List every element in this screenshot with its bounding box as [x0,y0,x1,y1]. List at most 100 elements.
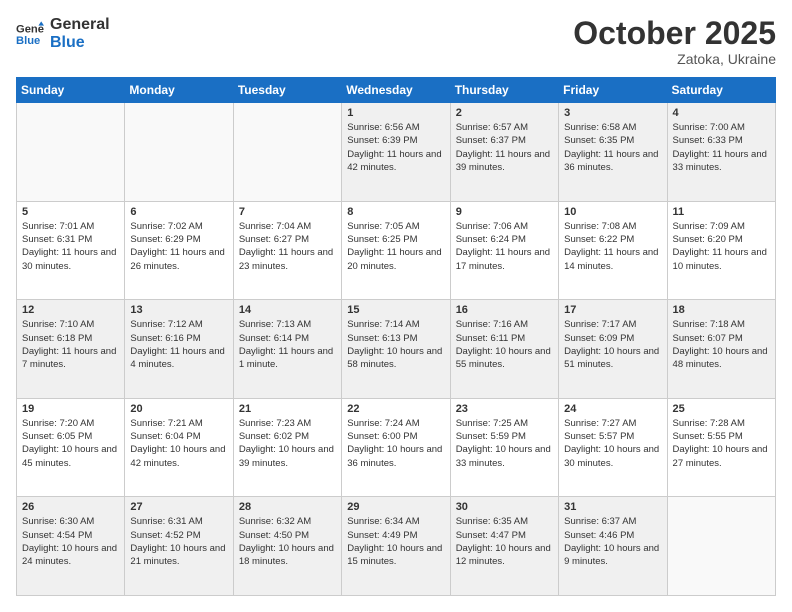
cell-content-line: Daylight: 10 hours and 48 minutes. [673,345,770,372]
calendar-table: Sunday Monday Tuesday Wednesday Thursday… [16,77,776,596]
cell-content-line: Sunset: 6:14 PM [239,332,336,345]
cell-content-line: Daylight: 10 hours and 21 minutes. [130,542,227,569]
col-sunday: Sunday [17,78,125,103]
calendar-cell: 24Sunrise: 7:27 AMSunset: 5:57 PMDayligh… [559,398,667,497]
cell-content-line: Sunrise: 7:13 AM [239,318,336,331]
cell-content-line: Sunrise: 7:20 AM [22,417,119,430]
calendar-cell: 31 Sunrise: 6:37 AMSunset: 4:46 PMDayligh… [559,497,667,596]
calendar-cell: 30Sunrise: 6:35 AMSunset: 4:47 PMDayligh… [450,497,558,596]
cell-content-line: Sunset: 6:00 PM [347,430,444,443]
cell-content-line: Sunrise: 6:58 AM [564,121,661,134]
cell-content-line: Daylight: 10 hours and 15 minutes. [347,542,444,569]
day-number: 8 [347,206,444,218]
cell-content-line: Sunset: 6:13 PM [347,332,444,345]
cell-content-line: Daylight: 10 hours and 45 minutes. [22,443,119,470]
logo-text-general: General [50,16,110,34]
calendar-cell: 9Sunrise: 7:06 AMSunset: 6:24 PMDaylight… [450,201,558,300]
calendar-cell: 14 Sunrise: 7:13 AMSunset: 6:14 PMDayligh… [233,300,341,399]
calendar-cell: 3Sunrise: 6:58 AMSunset: 6:35 PMDaylight… [559,103,667,202]
col-thursday: Thursday [450,78,558,103]
day-number: 3 [564,107,661,119]
cell-content-line: Daylight: 10 hours and 51 minutes. [564,345,661,372]
cell-content-line: Sunset: 5:59 PM [456,430,553,443]
calendar-cell: 6 Sunrise: 7:02 AMSunset: 6:29 PMDaylight… [125,201,233,300]
cell-content-line: Daylight: 10 hours and 18 minutes. [239,542,336,569]
day-number: 27 [130,501,227,513]
cell-content-line: Daylight: 11 hours and 23 minutes. [239,246,336,273]
calendar-cell: 22Sunrise: 7:24 AMSunset: 6:00 PMDayligh… [342,398,450,497]
cell-content-line: Daylight: 10 hours and 39 minutes. [239,443,336,470]
cell-content-line: Sunset: 4:49 PM [347,529,444,542]
calendar-cell: 8Sunrise: 7:05 AMSunset: 6:25 PMDaylight… [342,201,450,300]
cell-content-line: Sunset: 6:39 PM [347,134,444,147]
col-wednesday: Wednesday [342,78,450,103]
cell-content-line: Sunset: 6:31 PM [22,233,119,246]
cell-content-line: Daylight: 11 hours and 20 minutes. [347,246,444,273]
calendar-cell: 4Sunrise: 7:00 AMSunset: 6:33 PMDaylight… [667,103,775,202]
day-number: 6 [130,206,227,218]
cell-content-line: Sunrise: 7:02 AM [130,220,227,233]
cell-content-line: Sunrise: 6:37 AM [564,515,661,528]
cell-content-line: Sunset: 6:05 PM [22,430,119,443]
cell-content-line: Sunset: 4:46 PM [564,529,661,542]
cell-content-line: Sunrise: 6:35 AM [456,515,553,528]
calendar-cell: 19Sunrise: 7:20 AMSunset: 6:05 PMDayligh… [17,398,125,497]
day-number: 17 [564,304,661,316]
cell-content-line: Sunrise: 7:00 AM [673,121,770,134]
cell-content-line: Daylight: 11 hours and 1 minute. [239,345,336,372]
cell-content-line: Sunrise: 7:23 AM [239,417,336,430]
calendar-cell: 29Sunrise: 6:34 AMSunset: 4:49 PMDayligh… [342,497,450,596]
cell-content-line: Sunset: 6:02 PM [239,430,336,443]
cell-content-line: Sunset: 6:29 PM [130,233,227,246]
cell-content-line: Daylight: 11 hours and 42 minutes. [347,148,444,175]
day-number: 12 [22,304,119,316]
col-saturday: Saturday [667,78,775,103]
day-number: 24 [564,403,661,415]
calendar-header-row: Sunday Monday Tuesday Wednesday Thursday… [17,78,776,103]
calendar-week-row: 1Sunrise: 6:56 AMSunset: 6:39 PMDaylight… [17,103,776,202]
calendar-cell [667,497,775,596]
calendar-cell: 1Sunrise: 6:56 AMSunset: 6:39 PMDaylight… [342,103,450,202]
calendar-cell: 28Sunrise: 6:32 AMSunset: 4:50 PMDayligh… [233,497,341,596]
calendar-cell: 26Sunrise: 6:30 AMSunset: 4:54 PMDayligh… [17,497,125,596]
cell-content-line: Daylight: 10 hours and 27 minutes. [673,443,770,470]
cell-content-line: Daylight: 11 hours and 33 minutes. [673,148,770,175]
day-number: 16 [456,304,553,316]
cell-content-line: Sunset: 6:16 PM [130,332,227,345]
cell-content-line: Daylight: 10 hours and 24 minutes. [22,542,119,569]
day-number: 2 [456,107,553,119]
day-number: 26 [22,501,119,513]
day-number: 14 [239,304,336,316]
cell-content-line: Daylight: 11 hours and 39 minutes. [456,148,553,175]
cell-content-line: Sunset: 4:54 PM [22,529,119,542]
calendar-cell: 11Sunrise: 7:09 AMSunset: 6:20 PMDayligh… [667,201,775,300]
cell-content-line: Sunset: 6:37 PM [456,134,553,147]
cell-content-line: Sunrise: 7:05 AM [347,220,444,233]
cell-content-line: Sunset: 6:24 PM [456,233,553,246]
cell-content-line: Sunset: 6:33 PM [673,134,770,147]
day-number: 15 [347,304,444,316]
calendar-cell: 13Sunrise: 7:12 AMSunset: 6:16 PMDayligh… [125,300,233,399]
cell-content-line: Sunrise: 7:24 AM [347,417,444,430]
cell-content-line: Sunset: 6:09 PM [564,332,661,345]
day-number: 31 [564,501,661,513]
day-number: 7 [239,206,336,218]
col-tuesday: Tuesday [233,78,341,103]
header: General Blue General Blue October 2025 Z… [16,16,776,67]
day-number: 29 [347,501,444,513]
calendar-cell: 15Sunrise: 7:14 AMSunset: 6:13 PMDayligh… [342,300,450,399]
day-number: 9 [456,206,553,218]
cell-content-line: Sunrise: 7:08 AM [564,220,661,233]
cell-content-line: Daylight: 10 hours and 9 minutes. [564,542,661,569]
day-number: 28 [239,501,336,513]
cell-content-line: Sunset: 4:50 PM [239,529,336,542]
cell-content-line: Daylight: 11 hours and 26 minutes. [130,246,227,273]
calendar-cell: 20Sunrise: 7:21 AMSunset: 6:04 PMDayligh… [125,398,233,497]
calendar-week-row: 19Sunrise: 7:20 AMSunset: 6:05 PMDayligh… [17,398,776,497]
cell-content-line: Sunrise: 7:04 AM [239,220,336,233]
cell-content-line: Sunset: 6:27 PM [239,233,336,246]
cell-content-line: Daylight: 10 hours and 36 minutes. [347,443,444,470]
cell-content-line: Daylight: 11 hours and 30 minutes. [22,246,119,273]
calendar-cell [17,103,125,202]
day-number: 20 [130,403,227,415]
